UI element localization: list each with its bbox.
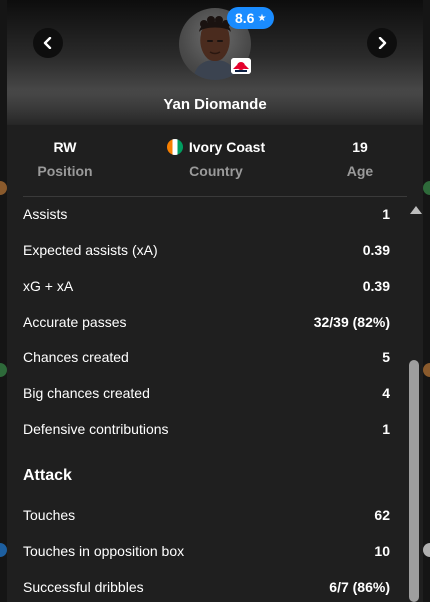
left-page-edge: [0, 0, 7, 602]
stat-label: Expected assists (xA): [23, 242, 158, 258]
country-value-row: Ivory Coast: [141, 139, 291, 155]
edge-marker: [423, 181, 430, 195]
age-label: Age: [346, 163, 374, 179]
stat-label: Touches in opposition box: [23, 543, 185, 559]
scroll-up-arrow-icon[interactable]: [410, 206, 422, 214]
next-player-button[interactable]: [367, 28, 397, 58]
rb-leipzig-logo-icon: [231, 58, 251, 74]
age-value: 19: [352, 139, 368, 155]
country-info: Ivory Coast Country: [141, 139, 291, 179]
right-page-edge: [423, 0, 430, 602]
age-info: 19 Age: [325, 139, 395, 179]
position-value: RW: [53, 139, 77, 155]
player-stats-card: 8.6 ★ Yan Diomande RW Position Ivory Coa…: [7, 0, 423, 602]
position-info: RW Position: [29, 139, 101, 179]
stat-row-assists: Assists 1: [23, 196, 390, 232]
stat-value: 0.39: [362, 242, 390, 258]
stat-value: 6/7 (86%): [329, 579, 390, 595]
country-value: Ivory Coast: [188, 139, 266, 155]
stat-value: 1: [382, 206, 390, 222]
stat-label: Assists: [23, 206, 68, 222]
edge-marker: [423, 543, 430, 557]
stat-value: 1: [382, 421, 390, 437]
stat-row-xg-plus-xa: xG + xA 0.39: [23, 268, 390, 304]
chevron-left-icon: [43, 37, 52, 49]
stat-label: Defensive contributions: [23, 421, 169, 437]
stat-value: 4: [382, 385, 390, 401]
stat-row-accurate-passes: Accurate passes 32/39 (82%): [23, 304, 390, 340]
stat-value: 0.39: [362, 278, 390, 294]
stat-value: 32/39 (82%): [313, 314, 390, 330]
club-logo: [231, 58, 251, 74]
stat-row-touches-in-opposition-box: Touches in opposition box 10: [23, 533, 390, 569]
position-label: Position: [37, 163, 93, 179]
stat-value: 10: [374, 543, 390, 559]
previous-player-button[interactable]: [33, 28, 63, 58]
country-label: Country: [189, 163, 243, 179]
rating-value: 8.6: [235, 10, 255, 26]
stat-label: xG + xA: [23, 278, 74, 294]
stat-label: Successful dribbles: [23, 579, 144, 595]
edge-marker: [0, 543, 7, 557]
stat-value: 5: [382, 349, 390, 365]
stat-row-touches: Touches 62: [23, 497, 390, 533]
stat-row-expected-assists: Expected assists (xA) 0.39: [23, 232, 390, 268]
stat-row-defensive-contributions: Defensive contributions 1: [23, 411, 390, 447]
edge-marker: [423, 363, 430, 377]
ivory-coast-flag-icon: [166, 139, 183, 155]
rating-badge: 8.6 ★: [227, 7, 275, 29]
stat-label: Touches: [23, 507, 76, 523]
stat-row-big-chances-created: Big chances created 4: [23, 375, 390, 411]
player-name: Yan Diomande: [163, 96, 267, 113]
stat-label: Big chances created: [23, 385, 150, 401]
section-title-attack: Attack: [23, 467, 72, 484]
star-icon: ★: [257, 12, 267, 24]
stat-value: 62: [374, 507, 390, 523]
stat-row-chances-created: Chances created 5: [23, 339, 390, 375]
scrollbar[interactable]: [407, 200, 423, 602]
chevron-right-icon: [378, 37, 387, 49]
edge-marker: [0, 363, 7, 377]
stat-label: Accurate passes: [23, 314, 127, 330]
scrollbar-thumb[interactable]: [409, 360, 419, 602]
stat-label: Chances created: [23, 349, 129, 365]
stat-row-successful-dribbles: Successful dribbles 6/7 (86%): [23, 569, 390, 602]
edge-marker: [0, 181, 7, 195]
